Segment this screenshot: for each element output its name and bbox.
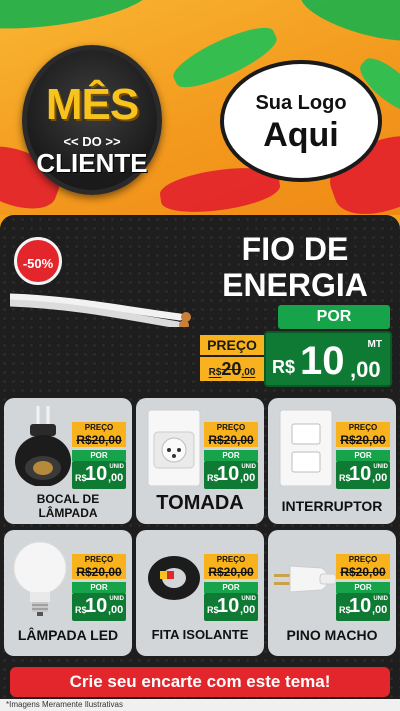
badge-title: MÊS xyxy=(45,80,139,129)
price-unit: MT xyxy=(367,339,382,350)
old-price: R$20,00 xyxy=(336,565,390,579)
por-label: POR xyxy=(336,582,390,593)
new-price-int: 10 xyxy=(85,595,108,617)
price-unit: UNID xyxy=(373,596,388,602)
price-tag: PREÇO R$20,00 POR R$ 10 ,00 UNID xyxy=(336,422,390,489)
price-tag: PREÇO R$20,00 POR R$ 10 ,00 UNID xyxy=(72,554,126,621)
por-label: POR xyxy=(72,582,126,593)
old-price: R$20,00 xyxy=(336,433,390,447)
badge-connector: << DO >> xyxy=(63,134,121,149)
price-unit: UNID xyxy=(109,464,124,470)
new-price-int: 10 xyxy=(217,595,240,617)
product-name: FITA ISOLANTE xyxy=(151,627,249,642)
preco-label: PREÇO xyxy=(72,554,126,565)
featured-title-line1: FIO DE xyxy=(241,231,349,267)
new-price: R$ 10 ,00 UNID xyxy=(204,593,258,621)
preco-label: PREÇO xyxy=(200,335,264,355)
new-price: R$ 10 ,00 MT xyxy=(264,331,392,387)
cta-button[interactable]: Crie seu encarte com este tema! xyxy=(10,667,390,697)
price-unit: UNID xyxy=(241,464,256,470)
new-price-int: 10 xyxy=(85,463,108,485)
product-name: TOMADA xyxy=(156,492,244,514)
new-price-int: 10 xyxy=(217,463,240,485)
plug-icon xyxy=(274,565,337,593)
new-price-int: 10 xyxy=(349,595,372,617)
product-name: LÂMPADA LED xyxy=(17,627,119,643)
product-card[interactable]: PREÇO R$20,00 POR R$ 10 ,00 UNID INTERRU… xyxy=(268,398,396,524)
new-price-dec: ,00 xyxy=(240,604,256,616)
old-price: R$20,00 xyxy=(72,565,126,579)
price-tag: PREÇO R$20,00 POR R$ 10 ,00 UNID xyxy=(204,422,258,489)
old-price-int: 20 xyxy=(221,359,242,379)
old-price-dec: ,00 xyxy=(241,367,256,378)
price-tag: PREÇO R$20,00 POR R$ 10 ,00 UNID xyxy=(336,554,390,621)
old-price: R$20,00 xyxy=(200,357,264,381)
new-price-currency: R$ xyxy=(272,357,296,377)
logo-line2: Aqui xyxy=(263,116,339,154)
preco-label: PREÇO xyxy=(336,422,390,433)
new-price-int: 10 xyxy=(349,463,372,485)
featured-title: FIO DE ENERGIA xyxy=(205,231,385,303)
tape-icon xyxy=(148,556,200,600)
disclaimer: *Imagens Meramente Ilustrativas xyxy=(0,699,400,711)
new-price-dec: ,00 xyxy=(350,357,381,382)
new-price-dec: ,00 xyxy=(372,472,388,484)
product-card[interactable]: PREÇO R$20,00 POR R$ 10 ,00 UNID LÂMPADA… xyxy=(4,530,132,656)
discount-badge: -50% xyxy=(14,237,62,285)
cable-icon xyxy=(10,293,191,327)
product-card[interactable]: PREÇO R$20,00 POR R$ 10 ,00 UNID TOMADA xyxy=(136,398,264,524)
por-label: POR xyxy=(336,450,390,461)
product-name: BOCAL DE LÂMPADA xyxy=(6,492,130,520)
logo-placeholder[interactable]: Sua Logo Aqui xyxy=(220,60,382,182)
outlet-icon xyxy=(147,409,201,486)
new-price: R$ 10 ,00 UNID xyxy=(336,593,390,621)
new-price: R$ 10 ,00 UNID xyxy=(204,461,258,489)
product-name-line1: BOCAL DE xyxy=(36,492,100,506)
campaign-badge: MÊS << DO >> CLIENTE xyxy=(22,45,162,195)
new-price: R$ 10 ,00 UNID xyxy=(72,461,126,489)
new-price-dec: ,00 xyxy=(108,472,124,484)
old-price: R$20,00 xyxy=(72,433,126,447)
old-price: R$20,00 xyxy=(204,565,258,579)
price-unit: UNID xyxy=(373,464,388,470)
led-bulb-icon xyxy=(13,541,67,616)
switch-icon xyxy=(279,409,333,486)
por-label: POR xyxy=(278,305,390,329)
lamp-socket-icon xyxy=(15,406,71,486)
preco-label: PREÇO xyxy=(204,554,258,565)
new-price-dec: ,00 xyxy=(372,604,388,616)
featured-title-line2: ENERGIA xyxy=(222,267,368,303)
new-price: R$ 10 ,00 UNID xyxy=(72,593,126,621)
new-price-dec: ,00 xyxy=(240,472,256,484)
product-card[interactable]: PREÇO R$20,00 POR R$ 10 ,00 UNID BOCAL D… xyxy=(4,398,132,524)
new-price-dec: ,00 xyxy=(108,604,124,616)
por-label: POR xyxy=(204,582,258,593)
product-name: PINO MACHO xyxy=(286,627,378,643)
price-tag: PREÇO R$20,00 POR R$ 10 ,00 UNID xyxy=(72,422,126,489)
old-price-currency: R$ xyxy=(208,367,222,378)
product-name: INTERRUPTOR xyxy=(281,498,383,514)
green-arrow-decoration xyxy=(0,0,153,38)
new-price-int: 10 xyxy=(300,339,345,383)
preco-label: PREÇO xyxy=(72,422,126,433)
product-name-line2: LÂMPADA xyxy=(38,506,98,520)
hero-banner: MÊS << DO >> CLIENTE Sua Logo Aqui xyxy=(0,0,400,215)
price-tag: PREÇO R$20,00 POR R$ 10 ,00 UNID xyxy=(204,554,258,621)
logo-line1: Sua Logo xyxy=(255,92,347,114)
product-card[interactable]: PREÇO R$20,00 POR R$ 10 ,00 UNID PINO MA… xyxy=(268,530,396,656)
offers-panel: -50% FIO DE ENERGIA POR PREÇO R$20,00 R$… xyxy=(0,215,400,711)
price-unit: UNID xyxy=(241,596,256,602)
green-arrow-decoration xyxy=(295,0,400,53)
badge-subtitle: CLIENTE xyxy=(36,148,148,178)
featured-offer[interactable]: -50% FIO DE ENERGIA POR PREÇO R$20,00 R$… xyxy=(0,215,400,395)
por-label: POR xyxy=(72,450,126,461)
price-unit: UNID xyxy=(109,596,124,602)
new-price: R$ 10 ,00 UNID xyxy=(336,461,390,489)
por-label: POR xyxy=(204,450,258,461)
preco-label: PREÇO xyxy=(336,554,390,565)
old-price: R$20,00 xyxy=(204,433,258,447)
product-card[interactable]: PREÇO R$20,00 POR R$ 10 ,00 UNID FITA IS… xyxy=(136,530,264,656)
preco-label: PREÇO xyxy=(204,422,258,433)
